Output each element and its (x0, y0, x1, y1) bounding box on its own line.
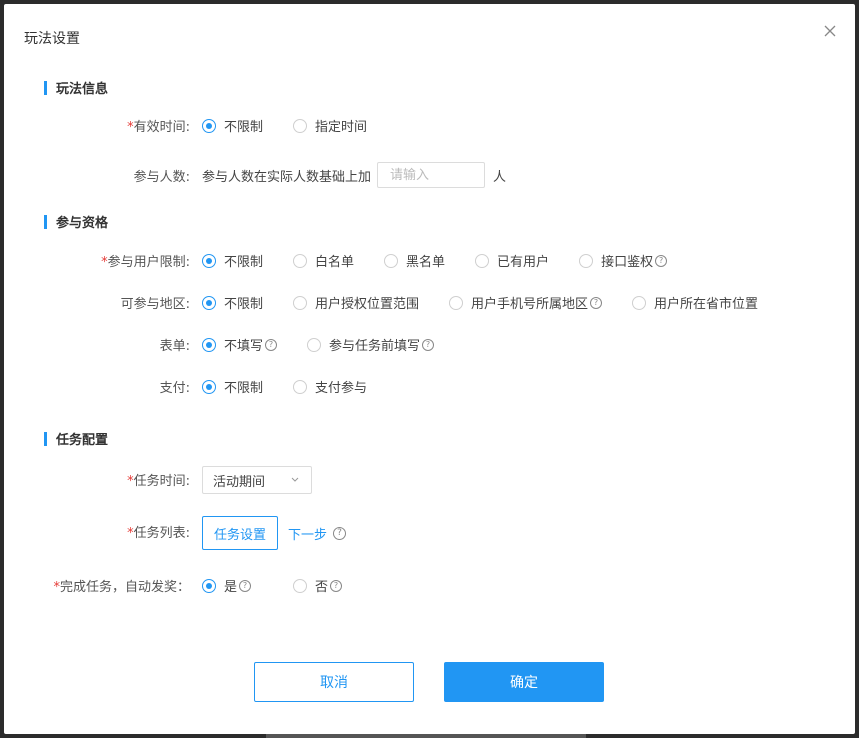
help-icon[interactable]: ? (333, 526, 347, 540)
radio-dot (293, 379, 308, 394)
task-time-label: *任务时间: (127, 474, 190, 489)
region-radio-province-city[interactable]: 用户所在省市位置 (632, 293, 758, 312)
radio-dot (579, 253, 594, 268)
user-limit-row: *参与用户限制: 不限制 白名单 黑名单 已有用户 接口鉴权? (4, 251, 855, 270)
radio-dot (202, 118, 216, 133)
section-marker (44, 431, 47, 446)
form-row: 表单: 不填写? 参与任务前填写? (4, 335, 855, 354)
help-icon[interactable]: ? (655, 254, 668, 267)
help-icon[interactable]: ? (265, 338, 278, 351)
valid-time-row: *有效时间: 不限制 指定时间 (4, 116, 855, 135)
help-icon[interactable]: ? (422, 338, 435, 351)
chevron-down-icon (291, 475, 299, 485)
auto-reward-radio-yes[interactable]: 是? (202, 576, 252, 595)
section-info: 玩法信息 (44, 78, 108, 97)
auto-reward-radio-no[interactable]: 否? (293, 576, 343, 595)
payment-radio-pay[interactable]: 支付参与 (293, 377, 367, 396)
payment-radio-unlimited[interactable]: 不限制 (202, 377, 263, 396)
radio-dot (293, 253, 308, 268)
section-task: 任务配置 (44, 429, 108, 448)
section-marker (44, 214, 47, 229)
close-icon[interactable] (823, 24, 839, 40)
auto-reward-label: *完成任务，自动发奖： (53, 580, 190, 595)
region-radio-unlimited[interactable]: 不限制 (202, 293, 263, 312)
background-strip (266, 734, 586, 738)
radio-dot (449, 295, 464, 310)
form-label: 表单: (159, 339, 190, 354)
participants-prefix: 参与人数在实际人数基础上加 (202, 169, 372, 185)
task-time-select[interactable]: 活动期间 (202, 466, 312, 494)
help-icon[interactable]: ? (330, 579, 343, 592)
form-radio-before-task[interactable]: 参与任务前填写? (307, 335, 435, 354)
valid-time-radio-specified[interactable]: 指定时间 (293, 116, 367, 135)
radio-dot (202, 253, 216, 268)
radio-dot (202, 337, 216, 352)
cancel-button[interactable]: 取消 (254, 662, 414, 702)
user-limit-radio-unlimited[interactable]: 不限制 (202, 251, 263, 270)
user-limit-radio-existing[interactable]: 已有用户 (475, 251, 549, 270)
participants-label: 参与人数: (133, 169, 190, 185)
participants-suffix: 人 (493, 169, 507, 185)
section-title: 参与资格 (56, 216, 109, 231)
task-time-row: *任务时间: 活动期间 (4, 466, 855, 494)
task-settings-button[interactable]: 任务设置 (202, 516, 279, 550)
radio-dot (202, 379, 216, 394)
participants-input[interactable] (377, 162, 486, 188)
payment-label: 支付: (159, 381, 190, 396)
task-list-label: *任务列表: (127, 526, 190, 541)
payment-row: 支付: 不限制 支付参与 (4, 377, 855, 396)
radio-dot (632, 295, 647, 310)
dialog-title: 玩法设置 (24, 31, 80, 47)
user-limit-label: *参与用户限制: (101, 255, 190, 270)
radio-dot (293, 118, 308, 133)
radio-dot (384, 253, 399, 268)
section-marker (44, 80, 47, 95)
valid-time-label: *有效时间: (127, 120, 190, 135)
auto-reward-row: *完成任务，自动发奖： 是? 否? (4, 576, 855, 595)
user-limit-radio-api-auth[interactable]: 接口鉴权? (579, 251, 668, 270)
radio-dot (307, 337, 322, 352)
help-icon[interactable]: ? (239, 579, 252, 592)
user-limit-radio-whitelist[interactable]: 白名单 (293, 251, 354, 270)
dialog: 玩法设置 玩法信息 *有效时间: 不限制 指定时间 参与人数: 参与人数在实际人… (4, 4, 855, 734)
section-qualification: 参与资格 (44, 212, 108, 231)
region-radio-authorized-location[interactable]: 用户授权位置范围 (293, 293, 419, 312)
radio-dot (202, 295, 216, 310)
region-label: 可参与地区: (120, 297, 190, 312)
valid-time-radio-unlimited[interactable]: 不限制 (202, 116, 263, 135)
next-step-link[interactable]: 下一步 (288, 524, 327, 543)
task-time-value: 活动期间 (213, 474, 266, 490)
form-radio-none[interactable]: 不填写? (202, 335, 278, 354)
task-list-row: *任务列表: 任务设置 下一步 ? (4, 516, 855, 550)
user-limit-radio-blacklist[interactable]: 黑名单 (384, 251, 445, 270)
radio-dot (202, 578, 216, 593)
participants-row: 参与人数: 参与人数在实际人数基础上加 人 (4, 162, 855, 188)
confirm-button[interactable]: 确定 (444, 662, 604, 702)
radio-dot (475, 253, 490, 268)
region-row: 可参与地区: 不限制 用户授权位置范围 用户手机号所属地区? 用户所在省市位置 (4, 293, 855, 312)
radio-dot (293, 578, 308, 593)
section-title: 玩法信息 (56, 82, 109, 97)
help-icon[interactable]: ? (590, 296, 603, 309)
region-radio-phone-region[interactable]: 用户手机号所属地区? (449, 293, 603, 312)
radio-dot (293, 295, 308, 310)
section-title: 任务配置 (56, 433, 109, 448)
